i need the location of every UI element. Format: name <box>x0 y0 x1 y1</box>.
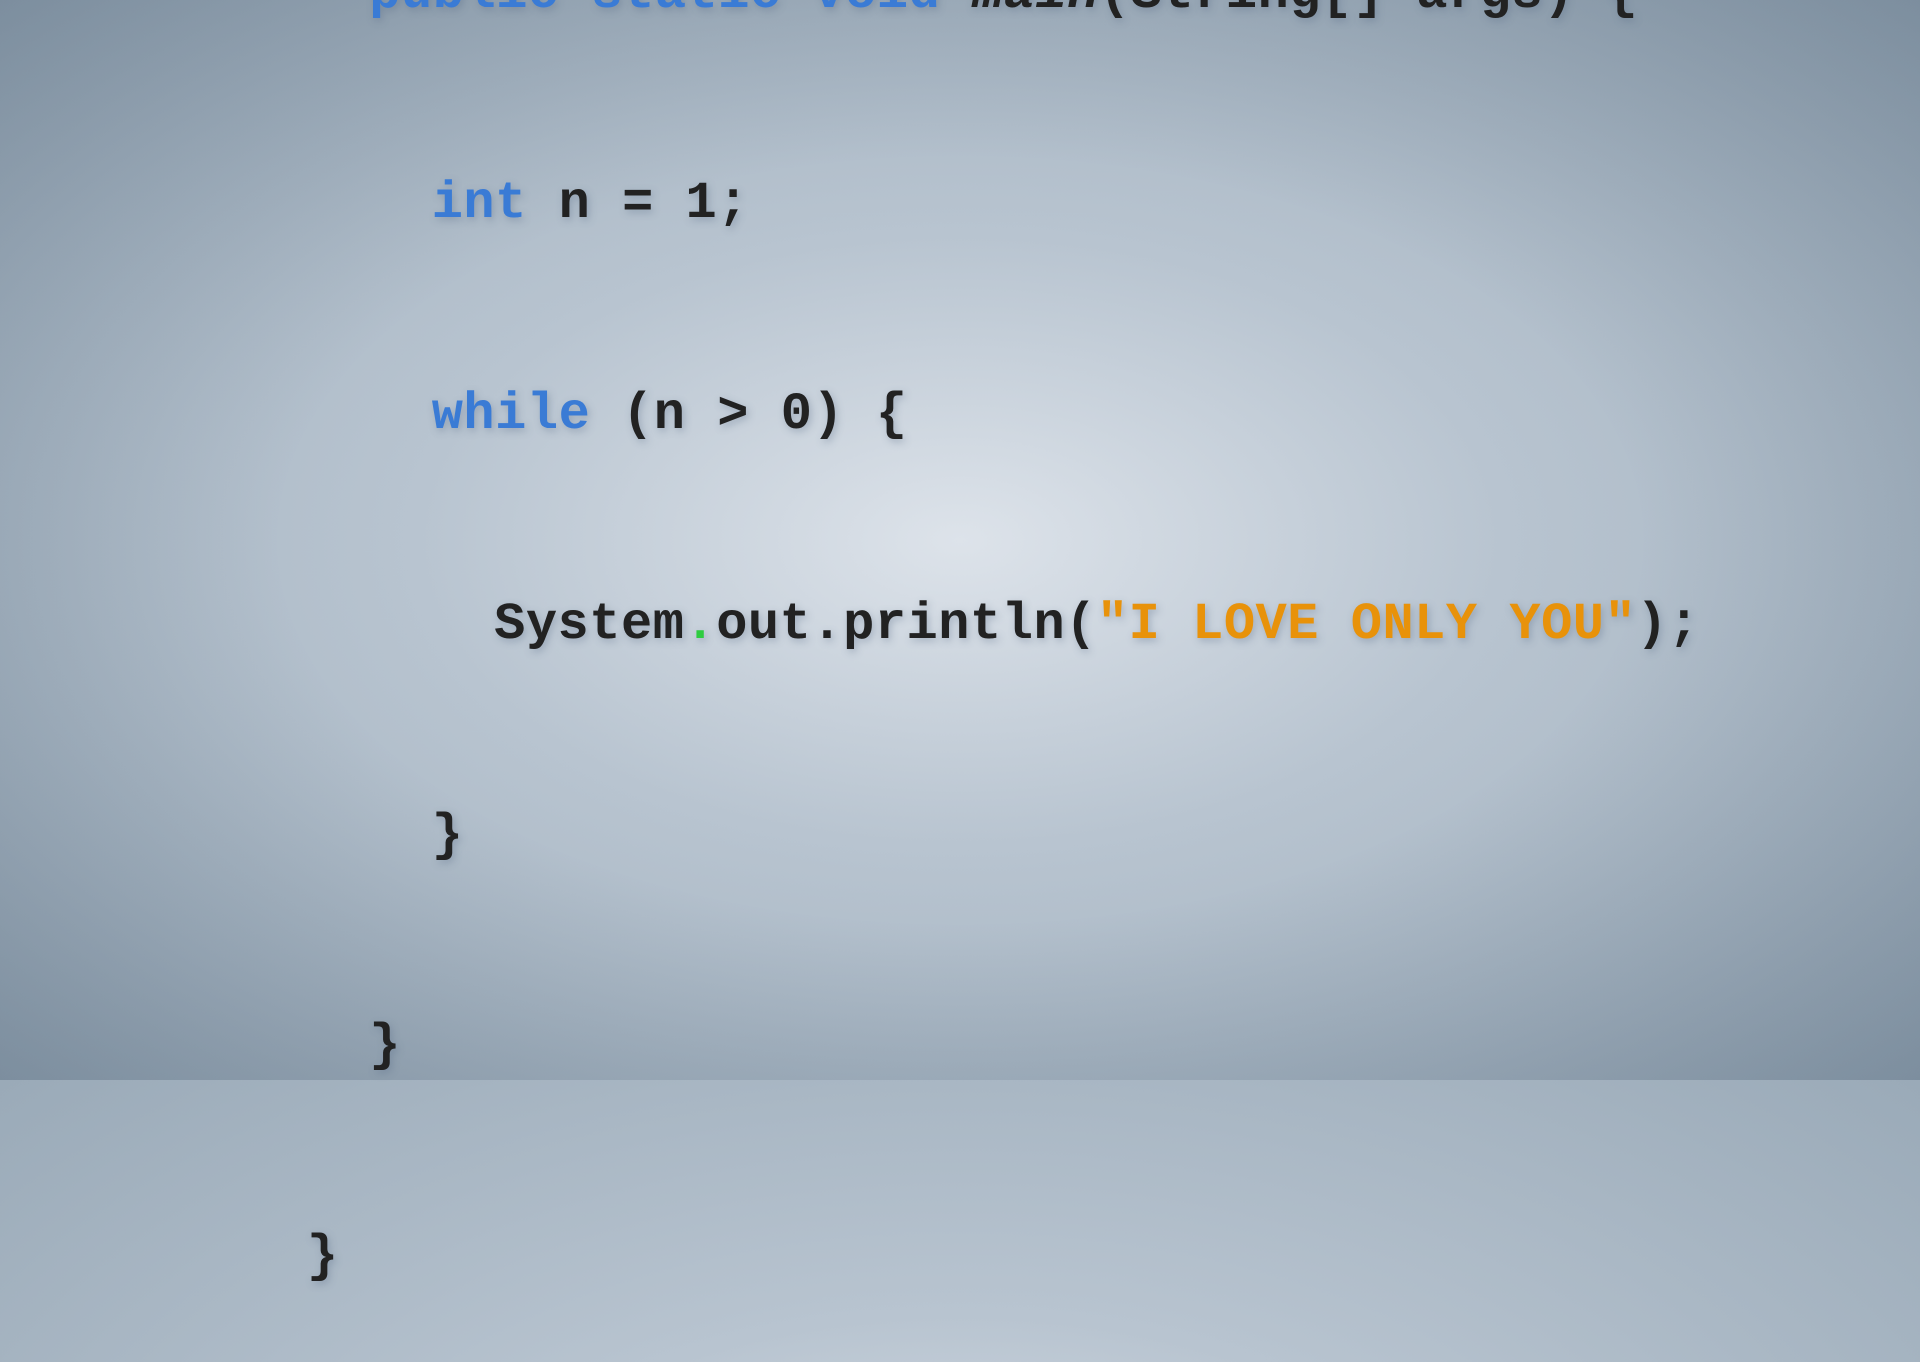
code-line-2: public static void main(String[] args) { <box>180 0 1700 99</box>
keyword-void: void <box>813 0 940 23</box>
code-line-4: while (n > 0) { <box>180 309 1700 520</box>
dot1: . <box>684 595 716 654</box>
code-line-5: System.out.println("I LOVE ONLY YOU"); <box>180 520 1700 731</box>
code-line-6: } <box>180 731 1700 942</box>
keyword-int: int <box>432 174 527 233</box>
keyword-static: static <box>591 0 781 23</box>
code-line-7: } <box>180 941 1700 1152</box>
println-text: println( <box>843 595 1097 654</box>
keyword-while: while <box>432 385 591 444</box>
system-text: System <box>494 595 684 654</box>
string-value: "I LOVE ONLY YOU" <box>1097 595 1636 654</box>
code-display: public class love { public static void m… <box>180 0 1700 1362</box>
keyword-public2: public <box>369 0 559 23</box>
code-line-8: } <box>180 1152 1700 1362</box>
method-main: main <box>972 0 1099 23</box>
code-line-3: int n = 1; <box>180 99 1700 310</box>
